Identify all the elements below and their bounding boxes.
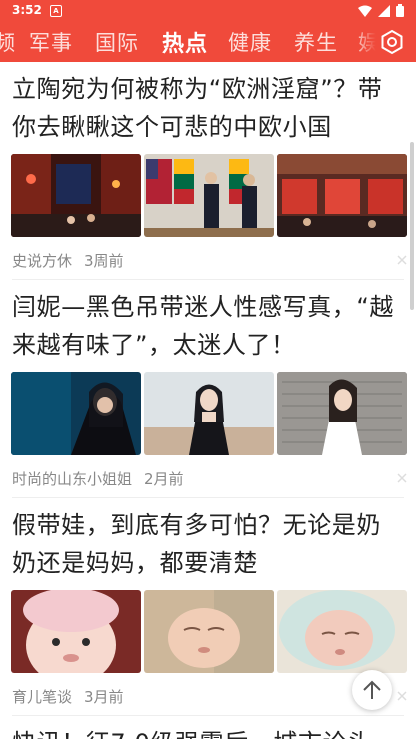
status-bar: 3:52 A [0,0,416,22]
notification-app-icon: A [50,5,62,17]
signal-icon [378,4,390,17]
divider [12,715,404,716]
tab-international[interactable]: 国际 [95,27,139,57]
thumbnail-image [277,372,407,455]
article-time: 3周前 [84,252,124,270]
status-time: 3:52 [12,3,42,17]
back-to-top-button[interactable] [352,670,392,710]
divider [12,497,404,498]
thumbnail-image [277,154,407,237]
thumbnail-image [144,154,274,237]
feed-scrollbar[interactable] [410,142,414,310]
tab-wellness[interactable]: 养生 [294,27,338,57]
article-title[interactable]: 闫妮—黑色吊带迷人性感写真，“越来越有味了”，太迷人了！ [12,288,404,364]
channel-tabbar: 频 军事 国际 热点 健康 养生 娱 [0,22,416,62]
article-title[interactable]: 假带娃，到底有多可怕？无论是奶奶还是妈妈，都要清楚 [12,506,404,582]
channel-settings-icon[interactable] [378,28,406,56]
thumbnail-image [11,154,141,237]
wifi-icon [358,5,372,17]
article-thumbnails [11,154,407,237]
thumbnail-image [11,372,141,455]
article-time: 3月前 [84,688,124,706]
divider [12,279,404,280]
article-meta: 时尚的山东小姐姐 2月前 [12,468,184,489]
tab-hot[interactable]: 热点 [162,26,208,58]
dismiss-icon[interactable] [396,472,408,484]
thumbnail-image [277,590,407,673]
dismiss-icon[interactable] [396,254,408,266]
article-source: 史说方休 [12,252,73,270]
thumbnail-image [11,590,141,673]
article-meta: 史说方休 3周前 [12,250,124,271]
dismiss-icon[interactable] [396,690,408,702]
thumbnail-image [144,590,274,673]
tab-partial-left[interactable]: 频 [0,27,16,57]
status-icons [358,4,404,17]
article-thumbnails [11,590,407,673]
article-meta: 育儿笔谈 3月前 [12,686,124,707]
thumbnail-image [144,372,274,455]
article-source: 时尚的山东小姐姐 [12,470,133,488]
tab-health[interactable]: 健康 [228,27,272,57]
article-title[interactable]: 快讯！征7.0级强震后，城市论头 [12,724,404,739]
battery-icon [396,4,404,17]
article-thumbnails [11,372,407,455]
news-feed[interactable]: 立陶宛为何被称为“欧洲淫窟”？带你去瞅瞅这个可悲的中欧小国 史说方休 3周前 闫… [0,62,416,739]
article-title[interactable]: 立陶宛为何被称为“欧洲淫窟”？带你去瞅瞅这个可悲的中欧小国 [12,70,404,146]
tab-military[interactable]: 军事 [29,27,73,57]
article-time: 2月前 [144,470,184,488]
article-source: 育儿笔谈 [12,688,73,706]
arrow-up-icon [363,680,381,699]
